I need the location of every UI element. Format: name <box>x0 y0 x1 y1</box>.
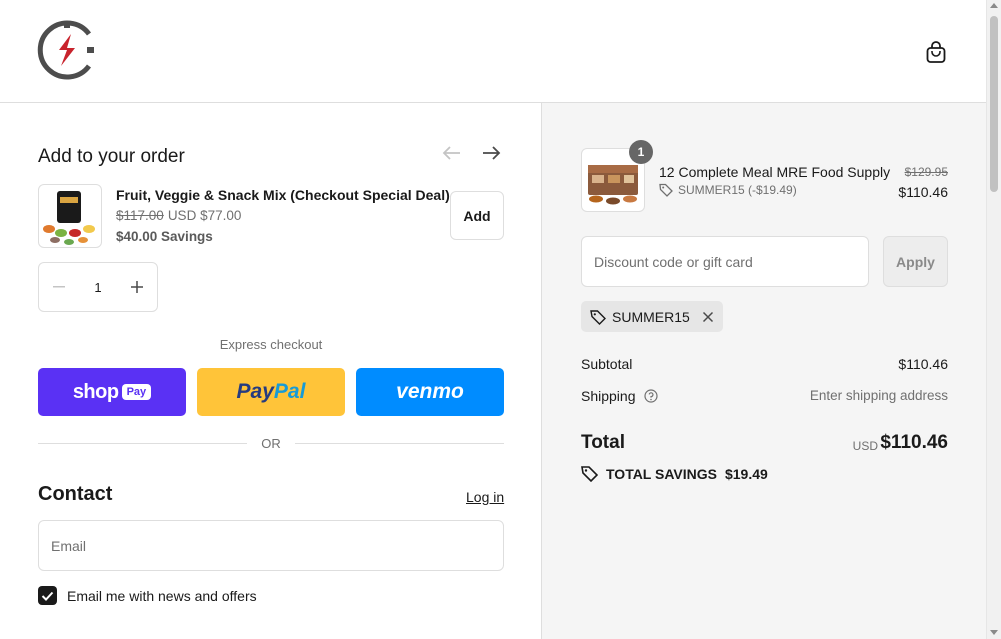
venmo-button[interactable]: venmo <box>356 368 504 416</box>
applied-discount-tag: SUMMER15 <box>581 301 723 332</box>
quantity-stepper: 1 <box>38 262 158 312</box>
shop-pay-button[interactable]: shop Pay <box>38 368 186 416</box>
email-field[interactable] <box>38 520 504 571</box>
tag-icon <box>659 183 673 197</box>
or-label: OR <box>261 436 281 451</box>
remove-discount-icon[interactable] <box>702 311 714 323</box>
total-label: Total <box>581 432 625 453</box>
upsell-compare-price: $117.00 <box>116 208 164 223</box>
shipping-value: Enter shipping address <box>809 388 948 403</box>
newsletter-label[interactable]: Email me with news and offers <box>67 588 257 604</box>
next-arrow-icon[interactable] <box>478 141 504 165</box>
total-currency: USD <box>852 439 878 453</box>
page-scrollbar[interactable] <box>986 0 1001 639</box>
checkmark-icon <box>41 591 54 601</box>
login-link[interactable]: Log in <box>466 489 504 505</box>
express-checkout-label: Express checkout <box>219 337 323 352</box>
upsell-product-name: Fruit, Veggie & Snack Mix (Checkout Spec… <box>116 187 450 203</box>
order-summary: 1 12 Complete Meal MRE Food Supply SUMME… <box>542 103 986 639</box>
venmo-wordmark: venmo <box>396 380 464 403</box>
upsell-product-image <box>38 184 102 248</box>
decrease-quantity-button[interactable] <box>39 263 79 311</box>
newsletter-checkbox[interactable] <box>38 586 57 605</box>
subtotal-row: Subtotal $110.46 <box>581 356 948 372</box>
total-savings-label: TOTAL SAVINGS <box>606 465 717 482</box>
help-icon[interactable] <box>644 389 658 403</box>
previous-arrow-icon[interactable] <box>439 141 465 165</box>
upsell-current-price: USD $77.00 <box>167 208 242 223</box>
upsell-product-price: $117.00 USD $77.00 <box>116 208 241 223</box>
discount-code-input[interactable] <box>581 236 869 287</box>
brand-logo-icon[interactable] <box>37 20 97 80</box>
scroll-down-arrow-icon[interactable] <box>990 630 998 635</box>
line-item-name: 12 Complete Meal MRE Food Supply <box>659 164 891 180</box>
quantity-value[interactable]: 1 <box>79 280 117 295</box>
paypal-wordmark-pal: Pal <box>273 380 306 403</box>
tag-icon <box>590 309 606 325</box>
scroll-up-arrow-icon[interactable] <box>990 3 998 8</box>
line-item-discount-text: SUMMER15 (-$19.49) <box>678 183 797 197</box>
shipping-label: Shipping <box>581 388 636 404</box>
apply-discount-button[interactable]: Apply <box>883 236 948 287</box>
savings-tag-icon <box>581 466 598 482</box>
shop-pay-wordmark: shop <box>72 380 119 403</box>
line-item-quantity-badge: 1 <box>629 140 653 164</box>
paypal-wordmark-pay: Pay <box>236 380 274 403</box>
total-savings: TOTAL SAVINGS $19.49 <box>581 465 768 482</box>
add-upsell-button[interactable]: Add <box>450 191 504 240</box>
line-item-discount: SUMMER15 (-$19.49) <box>659 183 797 197</box>
upsell-savings: $40.00 Savings <box>116 229 213 244</box>
total-savings-value: $19.49 <box>724 465 768 482</box>
paypal-button[interactable]: Pay Pal <box>197 368 345 416</box>
applied-discount-code: SUMMER15 <box>612 308 690 325</box>
increase-quantity-button[interactable] <box>117 263 157 311</box>
shop-pay-badge: Pay <box>121 384 152 400</box>
line-item-price: $110.46 <box>898 184 948 200</box>
upsell-title: Add to your order <box>38 146 185 167</box>
checkout-main: Add to your order Fruit, Veggie & Snack … <box>0 103 542 639</box>
contact-title: Contact <box>38 483 113 505</box>
line-item-compare-price: $129.95 <box>904 165 948 179</box>
shipping-row: Shipping Enter shipping address <box>581 388 948 404</box>
subtotal-value: $110.46 <box>898 356 948 372</box>
or-divider: OR <box>38 435 504 453</box>
shopping-bag-icon[interactable] <box>923 39 949 65</box>
subtotal-label: Subtotal <box>581 356 633 372</box>
scrollbar-thumb[interactable] <box>990 16 998 192</box>
total-value: $110.46 <box>880 432 948 453</box>
header <box>0 0 986 103</box>
